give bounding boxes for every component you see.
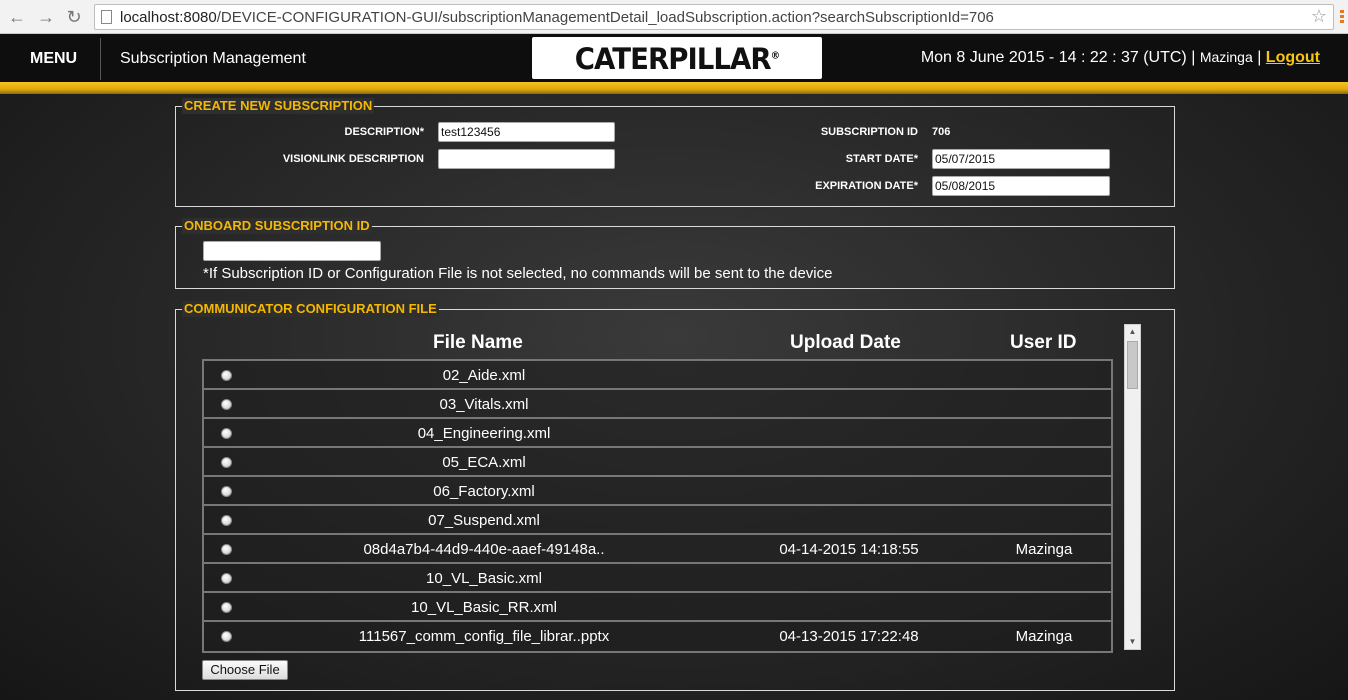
file-name-cell: 10_VL_Basic_RR.xml [411,599,557,616]
column-header-file-name[interactable]: File Name [433,332,523,354]
configuration-file-legend: COMMUNICATOR CONFIGURATION FILE [182,301,439,317]
column-header-upload-date[interactable]: Upload Date [790,332,901,354]
table-row[interactable]: 06_Factory.xml [204,477,1111,506]
header-gold-stripe [0,82,1348,94]
browser-menu-icon[interactable] [1336,8,1348,26]
scroll-up-icon[interactable]: ▲ [1125,325,1140,339]
table-row[interactable]: 03_Vitals.xml [204,390,1111,419]
back-arrow-icon[interactable]: ← [6,6,28,28]
logo-registered-mark: ® [770,50,780,62]
subscription-id-label: SUBSCRIPTION ID [820,126,918,138]
file-radio-button[interactable] [221,544,232,555]
page-icon [101,10,112,24]
bookmark-star-icon[interactable]: ☆ [1311,6,1327,27]
visionlink-description-label: VISIONLINK DESCRIPTION [282,153,424,165]
table-row[interactable]: 08d4a7b4-44d9-440e-aaef-49148a.. 04-14-2… [204,535,1111,564]
scroll-down-icon[interactable]: ▼ [1125,635,1140,649]
table-row[interactable]: 05_ECA.xml [204,448,1111,477]
file-name-cell: 04_Engineering.xml [417,425,551,442]
reload-icon[interactable]: ↻ [63,6,85,28]
file-name-cell: 02_Aide.xml [442,367,526,384]
file-radio-button[interactable] [221,515,232,526]
file-radio-button[interactable] [221,631,232,642]
menu-button[interactable]: MENU [30,50,77,68]
table-row[interactable]: 04_Engineering.xml [204,419,1111,448]
choose-file-button[interactable]: Choose File [202,660,288,680]
forward-arrow-icon[interactable]: → [35,6,57,28]
username: Mazinga [1199,49,1253,65]
browser-toolbar: ← → ↻ localhost:8080/DEVICE-CONFIGURATIO… [0,0,1348,34]
file-name-cell: 03_Vitals.xml [439,396,529,413]
table-row[interactable]: 111567_comm_config_file_librar..pptx 04-… [204,622,1111,651]
header-user-info: Mon 8 June 2015 - 14 : 22 : 37 (UTC) | M… [921,49,1320,67]
configuration-file-section: COMMUNICATOR CONFIGURATION FILE File Nam… [175,301,1175,691]
file-name-cell: 06_Factory.xml [433,483,535,500]
logo-text: CATERPILLAR [574,42,772,76]
url-host: localhost:8080 [120,9,217,26]
onboard-subscription-legend: ONBOARD SUBSCRIPTION ID [182,218,372,234]
file-name-cell: 05_ECA.xml [442,454,526,471]
header-divider [100,38,101,80]
file-name-cell: 07_Suspend.xml [428,512,540,529]
caterpillar-logo: CATERPILLAR® [532,37,822,79]
file-name-cell: 08d4a7b4-44d9-440e-aaef-49148a.. [363,541,605,558]
table-row[interactable]: 10_VL_Basic.xml [204,564,1111,593]
onboard-subscription-input[interactable] [203,241,381,261]
user-id-cell: Mazinga [1015,628,1073,645]
selection-note: *If Subscription ID or Configuration Fil… [203,265,833,282]
separator: | [1191,49,1196,66]
app-header: MENU Subscription Management CATERPILLAR… [0,34,1348,82]
description-input[interactable] [438,122,615,142]
upload-date-cell: 04-13-2015 17:22:48 [779,628,919,645]
file-name-cell: 111567_comm_config_file_librar..pptx [358,628,610,645]
create-subscription-legend: CREATE NEW SUBSCRIPTION [182,98,375,114]
separator: | [1257,49,1262,66]
url-path: /DEVICE-CONFIGURATION-GUI/subscriptionMa… [216,9,994,26]
file-name-cell: 10_VL_Basic.xml [426,570,542,587]
file-radio-button[interactable] [221,399,232,410]
table-row[interactable]: 07_Suspend.xml [204,506,1111,535]
file-radio-button[interactable] [221,370,232,381]
file-table: 02_Aide.xml 03_Vitals.xml 04_Engineering… [202,359,1113,653]
upload-date-cell: 04-14-2015 14:18:55 [779,541,919,558]
page-title: Subscription Management [120,50,306,67]
datetime-display: Mon 8 June 2015 - 14 : 22 : 37 (UTC) [920,49,1187,66]
file-radio-button[interactable] [221,602,232,613]
description-label: DESCRIPTION* [344,126,424,138]
file-radio-button[interactable] [221,457,232,468]
start-date-label: START DATE* [845,153,918,165]
onboard-subscription-section: ONBOARD SUBSCRIPTION ID *If Subscription… [175,218,1175,289]
visionlink-description-input[interactable] [438,149,615,169]
column-header-user-id[interactable]: User ID [1010,332,1077,354]
file-list-scrollbar[interactable]: ▲ ▼ [1124,324,1141,650]
file-radio-button[interactable] [221,573,232,584]
user-id-cell: Mazinga [1015,541,1073,558]
expiration-date-label: EXPIRATION DATE* [815,180,918,192]
logout-link[interactable]: Logout [1266,49,1320,66]
table-row[interactable]: 02_Aide.xml [204,361,1111,390]
url-text[interactable]: localhost:8080/DEVICE-CONFIGURATION-GUI/… [120,9,994,26]
start-date-input[interactable] [932,149,1110,169]
scroll-thumb[interactable] [1127,341,1138,389]
subscription-id-value: 706 [932,126,951,138]
create-subscription-section: CREATE NEW SUBSCRIPTION DESCRIPTION* VIS… [175,98,1175,207]
table-row[interactable]: 10_VL_Basic_RR.xml [204,593,1111,622]
address-bar[interactable]: localhost:8080/DEVICE-CONFIGURATION-GUI/… [94,4,1334,30]
expiration-date-input[interactable] [932,176,1110,196]
file-radio-button[interactable] [221,428,232,439]
file-radio-button[interactable] [221,486,232,497]
